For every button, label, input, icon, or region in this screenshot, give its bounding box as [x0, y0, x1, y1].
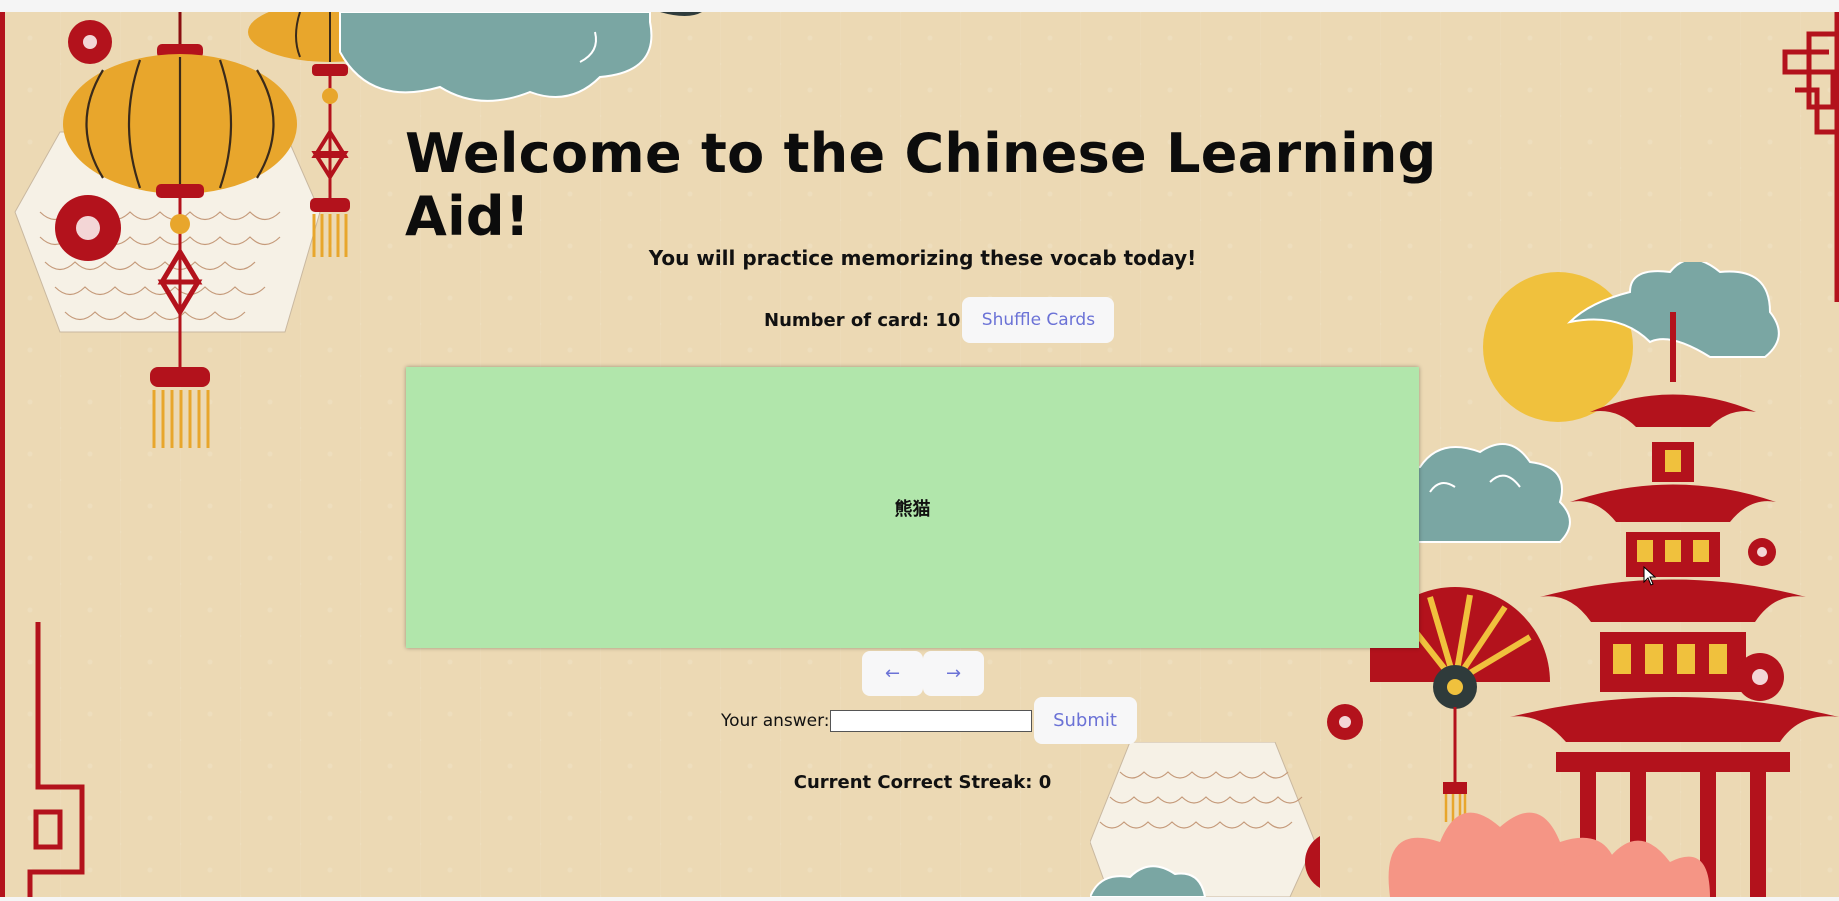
cloud-decoration-bottom [1090, 865, 1207, 897]
answer-input[interactable] [829, 709, 1032, 732]
streak-counter: Current Correct Streak: 0 [793, 772, 1052, 793]
flower-decoration [1327, 704, 1363, 740]
page-background: Welcome to the Chinese Learning Aid! You… [0, 12, 1839, 897]
subtitle: You will practice memorizing these vocab… [648, 246, 1197, 270]
flashcard-text: 熊猫 [894, 498, 931, 520]
cloud-decoration-top [339, 12, 702, 102]
next-card-button[interactable]: → [923, 651, 984, 696]
answer-label: Your answer: [721, 710, 830, 731]
mouse-cursor-icon [1643, 566, 1657, 586]
shuffle-cards-button[interactable]: Shuffle Cards [962, 297, 1115, 343]
card-navigation: ← → [862, 651, 984, 696]
deck-controls: Number of card: 10 Shuffle Cards [764, 297, 1115, 343]
flashcard[interactable]: 熊猫 [406, 367, 1419, 648]
card-count-label: Number of card: 10 [764, 309, 961, 331]
frame-decoration-bottom-left [27, 622, 85, 897]
page-title: Welcome to the Chinese Learning Aid! [405, 122, 1437, 248]
previous-card-button[interactable]: ← [862, 651, 923, 696]
submit-button[interactable]: Submit [1033, 697, 1137, 744]
pagoda-decoration [1370, 262, 1839, 897]
answer-form: Your answer: Submit [721, 697, 1137, 744]
